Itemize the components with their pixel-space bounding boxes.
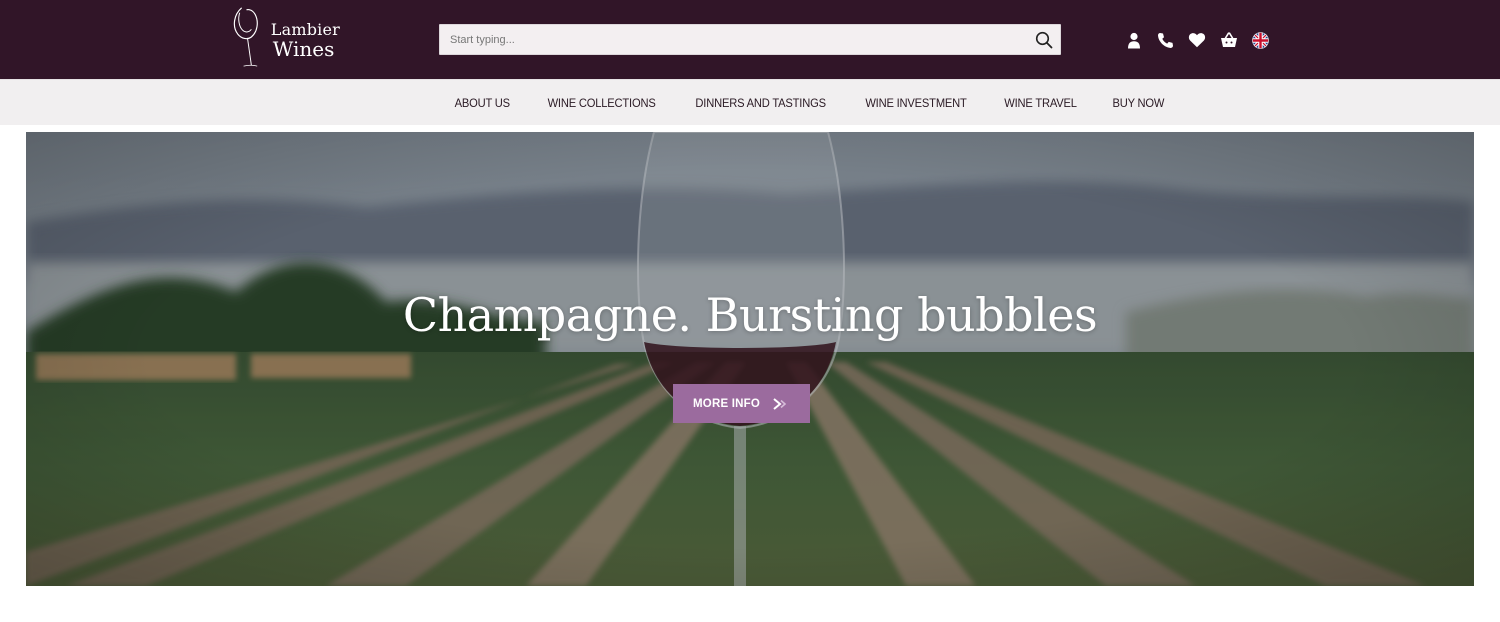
basket-icon xyxy=(1220,32,1237,47)
nav-item-wine-collections[interactable]: WINE COLLECTIONS xyxy=(533,96,670,110)
account-button[interactable] xyxy=(1124,28,1144,52)
nav-item-wine-travel[interactable]: WINE TRAVEL xyxy=(990,96,1091,110)
header-icon-group xyxy=(1124,28,1282,52)
phone-icon xyxy=(1158,32,1173,48)
wishlist-button[interactable] xyxy=(1187,28,1207,52)
main-navigation: ABOUT US WINE COLLECTIONS DINNERS AND TA… xyxy=(0,79,1500,125)
nav-item-buy-now[interactable]: BUY NOW xyxy=(1098,96,1179,110)
heart-icon xyxy=(1188,33,1206,48)
brand-name-line2: Wines xyxy=(272,36,335,61)
hero-banner: Champagne. Bursting bubbles MORE INFO xyxy=(26,132,1474,586)
search-bar xyxy=(439,24,1061,55)
nav-item-wine-investment[interactable]: WINE INVESTMENT xyxy=(851,96,981,110)
language-selector[interactable] xyxy=(1250,28,1270,52)
double-chevron-right-icon xyxy=(772,397,790,410)
nav-item-about-us[interactable]: ABOUT US xyxy=(440,96,524,110)
contact-phone-button[interactable] xyxy=(1156,28,1176,52)
hero-vineyard-image xyxy=(26,132,1474,586)
wine-glass-logo-icon xyxy=(233,7,258,67)
user-icon xyxy=(1128,32,1140,48)
brand-name-line1: Lambier xyxy=(270,19,340,39)
uk-flag-icon xyxy=(1251,31,1269,49)
brand-logo[interactable]: Lambier Wines xyxy=(230,4,340,70)
top-header: Lambier Wines xyxy=(0,0,1500,79)
search-button[interactable] xyxy=(1028,25,1060,54)
search-icon xyxy=(1035,31,1053,48)
nav-item-dinners-and-tastings[interactable]: DINNERS AND TASTINGS xyxy=(681,96,840,110)
search-input[interactable] xyxy=(440,25,1028,54)
brand-name: Lambier Wines xyxy=(270,19,340,61)
hero-title: Champagne. Bursting bubbles xyxy=(402,288,1098,342)
more-info-button[interactable]: MORE INFO xyxy=(673,384,810,423)
more-info-button-label: MORE INFO xyxy=(693,397,760,410)
cart-button[interactable] xyxy=(1219,28,1239,52)
